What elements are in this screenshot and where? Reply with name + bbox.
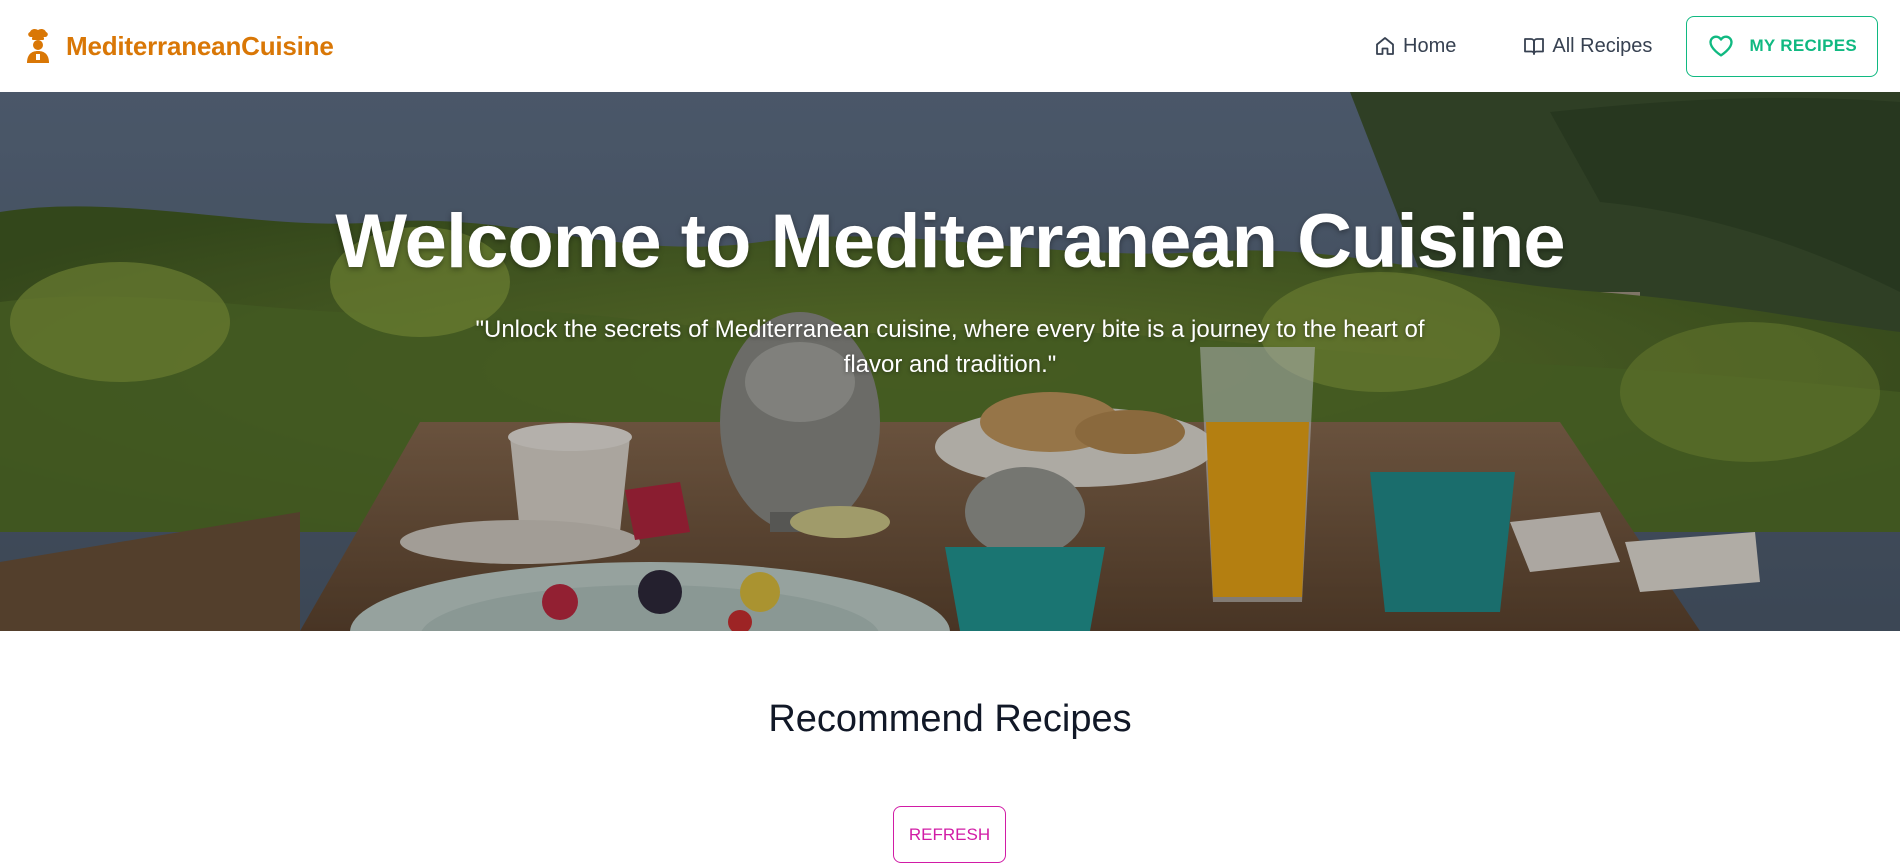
brand-name: MediterraneanCuisine xyxy=(66,30,334,61)
my-recipes-button[interactable]: MY RECIPES xyxy=(1686,15,1878,77)
nav-link-home-label: Home xyxy=(1403,34,1457,57)
hero-content: Welcome to Mediterranean Cuisine "Unlock… xyxy=(0,92,1900,631)
nav-link-all-recipes-label: All Recipes xyxy=(1552,34,1653,57)
brand-logo-link[interactable]: MediterraneanCuisine xyxy=(24,28,334,64)
chef-icon xyxy=(27,28,49,63)
my-recipes-label: MY RECIPES xyxy=(1749,36,1857,55)
hero-quote: "Unlock the secrets of Mediterranean cui… xyxy=(475,316,1425,378)
book-open-icon xyxy=(1524,38,1545,55)
nav-link-home[interactable]: Home xyxy=(1373,26,1456,66)
nav-link-all-recipes[interactable]: All Recipes xyxy=(1522,26,1652,66)
home-icon xyxy=(1376,37,1394,55)
nav-menu: Home All Recipes MY RECIPES xyxy=(1373,15,1878,77)
top-navbar: MediterraneanCuisine Home All Recipes MY… xyxy=(0,0,1900,92)
heart-icon xyxy=(1709,35,1734,57)
refresh-button[interactable]: REFRESH xyxy=(893,806,1006,863)
hero-title: Welcome to Mediterranean Cuisine xyxy=(335,199,1565,284)
recommend-recipes-heading: Recommend Recipes xyxy=(768,698,1132,740)
hero-banner: Welcome to Mediterranean Cuisine "Unlock… xyxy=(0,92,1900,631)
